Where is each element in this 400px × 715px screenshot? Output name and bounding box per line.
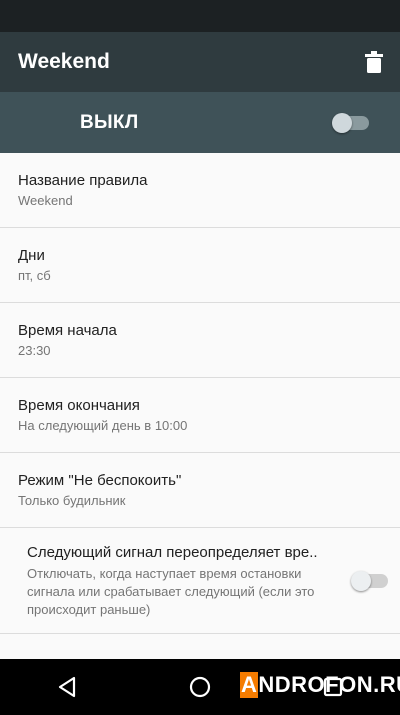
- alarm-override-texts: Следующий сигнал переопределяет вре.. От…: [27, 543, 327, 619]
- setting-days[interactable]: Дни пт, сб: [0, 228, 400, 303]
- switch-thumb: [351, 570, 371, 591]
- rule-settings-list: Название правила Weekend Дни пт, сб Врем…: [0, 153, 400, 634]
- trash-icon: [365, 51, 383, 73]
- page-title: Weekend: [18, 50, 110, 73]
- setting-value: 23:30: [18, 342, 51, 358]
- delete-rule-button[interactable]: [350, 38, 398, 86]
- setting-title: Название правила: [18, 171, 148, 189]
- setting-title: Следующий сигнал переопределяет вре..: [27, 543, 318, 561]
- setting-alarm-override[interactable]: Следующий сигнал переопределяет вре.. От…: [0, 528, 400, 634]
- setting-value: Только будильник: [18, 492, 126, 508]
- back-button[interactable]: [39, 659, 95, 715]
- site-watermark: A NDROFON.RU: [240, 670, 400, 700]
- setting-title: Режим "Не беспокоить": [18, 471, 182, 489]
- watermark-text: NDROFON.RU: [258, 672, 400, 697]
- setting-description: Отключать, когда наступает время останов…: [27, 565, 315, 617]
- setting-title: Дни: [18, 246, 45, 264]
- app-bar: Weekend: [0, 32, 400, 92]
- watermark-initial: A: [240, 672, 259, 698]
- setting-title: Время окончания: [18, 396, 140, 414]
- setting-start-time[interactable]: Время начала 23:30: [0, 303, 400, 378]
- switch-thumb: [332, 112, 352, 133]
- setting-title: Время начала: [18, 321, 117, 339]
- back-triangle-icon: [58, 676, 75, 698]
- alarm-override-toggle-switch[interactable]: [351, 569, 391, 593]
- setting-value: пт, сб: [18, 267, 51, 283]
- home-button[interactable]: [172, 659, 228, 715]
- setting-value: Weekend: [18, 192, 73, 208]
- setting-end-time[interactable]: Время окончания На следующий день в 10:0…: [0, 378, 400, 453]
- setting-rule-name[interactable]: Название правила Weekend: [0, 153, 400, 228]
- home-circle-icon: [189, 676, 211, 698]
- setting-value: На следующий день в 10:00: [18, 417, 188, 433]
- master-switch-label: ВЫКЛ: [80, 111, 139, 133]
- master-toggle-switch[interactable]: [332, 111, 372, 135]
- setting-dnd-mode[interactable]: Режим "Не беспокоить" Только будильник: [0, 453, 400, 528]
- master-switch-bar[interactable]: ВЫКЛ: [0, 92, 400, 153]
- status-bar: [0, 0, 400, 32]
